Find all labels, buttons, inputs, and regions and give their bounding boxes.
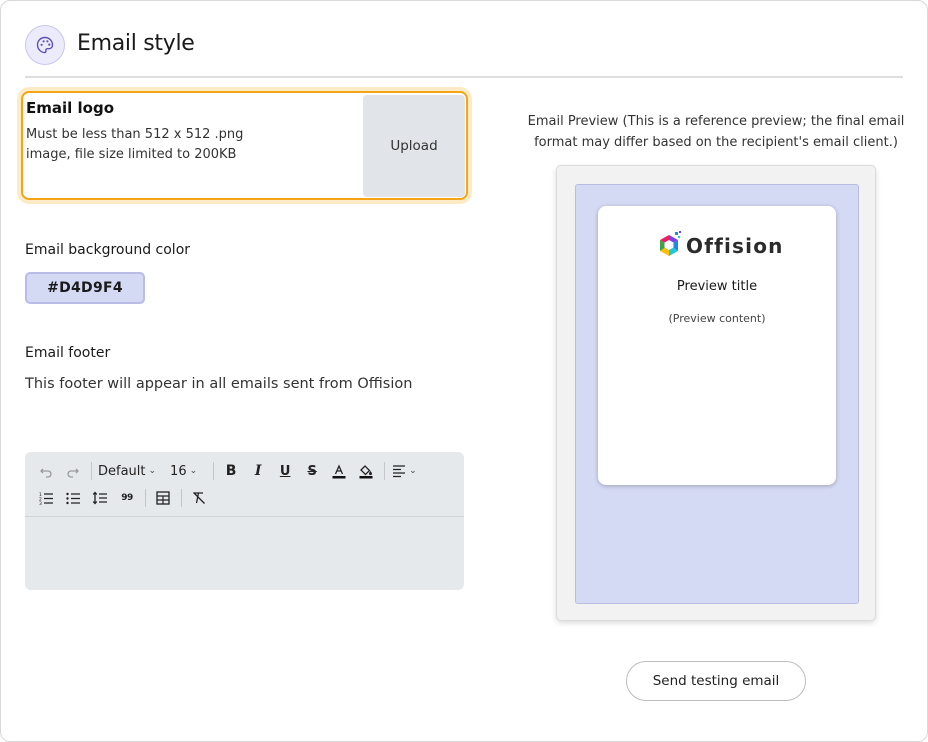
footer-editor-content-area[interactable] [25, 517, 464, 590]
svg-text:3: 3 [39, 501, 42, 505]
font-family-select[interactable]: Default ⌄ [98, 460, 156, 482]
palette-icon [25, 25, 65, 65]
table-icon[interactable] [152, 487, 174, 509]
underline-icon[interactable]: U [274, 460, 296, 482]
footer-rich-text-editor: Default ⌄ 16 ⌄ B I U S ⌄ 123 99 [25, 452, 464, 590]
email-logo-description: Must be less than 512 x 512 .png image, … [26, 127, 244, 162]
font-size-select[interactable]: 16 ⌄ [170, 460, 197, 482]
ordered-list-icon[interactable]: 123 [35, 487, 57, 509]
preview-title: Preview title [676, 279, 758, 294]
preview-brand-name: Offision [686, 234, 784, 258]
highlight-icon[interactable] [355, 460, 377, 482]
email-footer-label: Email footer [25, 345, 111, 361]
offision-logo-icon [660, 231, 681, 256]
bold-icon[interactable]: B [220, 460, 242, 482]
background-color-picker[interactable]: #D4D9F4 [25, 272, 145, 304]
toolbar-separator [181, 489, 182, 507]
send-testing-email-button[interactable]: Send testing email [626, 661, 806, 701]
font-size-value: 16 [170, 463, 187, 479]
email-logo-section: Email logo Must be less than 512 x 512 .… [21, 91, 468, 200]
toolbar-separator [91, 462, 92, 480]
toolbar-separator [145, 489, 146, 507]
line-height-icon[interactable] [89, 487, 111, 509]
page-title: Email style [77, 31, 195, 56]
italic-icon[interactable]: I [247, 460, 269, 482]
email-footer-description: This footer will appear in all emails se… [25, 376, 413, 392]
bullet-list-icon[interactable] [62, 487, 84, 509]
email-preview-card: Offision Preview title (Preview content) [598, 206, 836, 485]
email-logo-title: Email logo [26, 99, 114, 117]
preview-caption: Email Preview (This is a reference previ… [527, 114, 905, 150]
header-divider [25, 76, 903, 78]
font-color-icon[interactable] [328, 460, 350, 482]
quote-icon[interactable]: 99 [116, 487, 138, 509]
align-icon[interactable]: ⌄ [391, 460, 417, 482]
font-family-value: Default [98, 463, 146, 479]
quote-glyph: 99 [121, 493, 133, 503]
undo-icon[interactable] [35, 460, 57, 482]
preview-content: (Preview content) [668, 312, 766, 325]
toolbar-separator [384, 462, 386, 480]
offision-logo: Offision [656, 231, 784, 261]
email-preview-frame: Offision Preview title (Preview content) [556, 165, 876, 621]
upload-button[interactable]: Upload [363, 95, 465, 197]
clear-format-icon[interactable] [188, 487, 210, 509]
editor-toolbar-row-2: 123 99 [35, 487, 215, 509]
background-color-label: Email background color [25, 242, 191, 258]
redo-icon[interactable] [62, 460, 84, 482]
editor-toolbar-row-1: Default ⌄ 16 ⌄ B I U S ⌄ [35, 460, 422, 482]
email-preview-background: Offision Preview title (Preview content) [575, 184, 859, 604]
chevron-down-icon: ⌄ [189, 466, 198, 476]
strikethrough-icon[interactable]: S [301, 460, 323, 482]
toolbar-separator [213, 462, 215, 480]
chevron-down-icon: ⌄ [148, 466, 157, 476]
